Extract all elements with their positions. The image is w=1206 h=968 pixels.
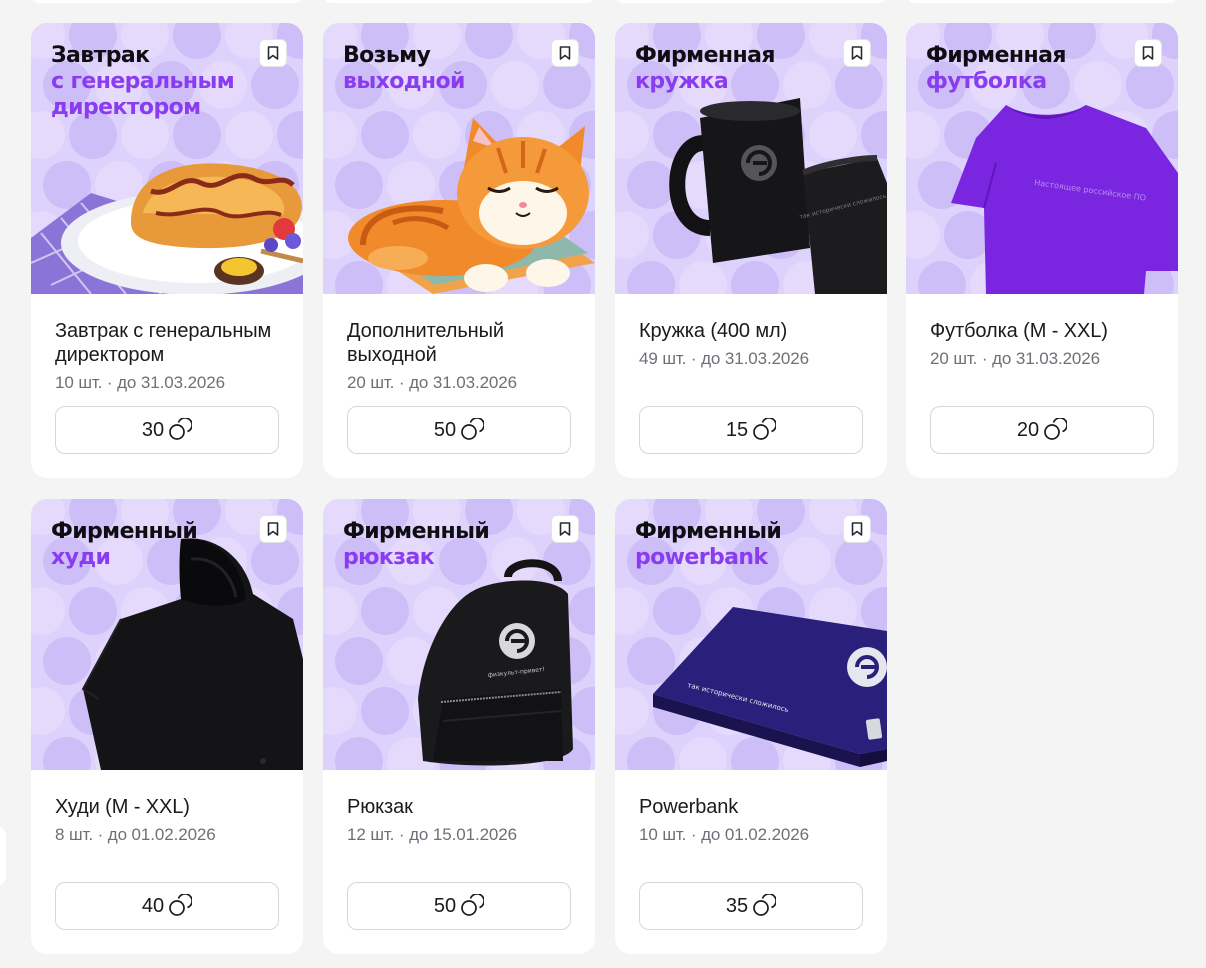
buy-button[interactable]: 20 bbox=[930, 406, 1154, 454]
hero-title: Фирменная кружка bbox=[635, 43, 775, 94]
price-value: 40 bbox=[141, 894, 165, 917]
bookmark-icon bbox=[267, 522, 279, 536]
coin-icon bbox=[460, 894, 485, 918]
bookmark-button[interactable] bbox=[1134, 39, 1162, 67]
product-info: Завтрак с генеральным директором 10 шт. … bbox=[55, 319, 285, 394]
product-stock-deadline: 10 шт. · до 31.03.2026 bbox=[55, 373, 225, 392]
bookmark-button[interactable] bbox=[259, 39, 287, 67]
hero-title: Возьму выходной bbox=[343, 43, 465, 94]
product-image: Возьму выходной bbox=[323, 23, 595, 294]
bookmark-icon bbox=[851, 522, 863, 536]
price-value: 50 bbox=[433, 418, 457, 441]
bookmark-button[interactable] bbox=[551, 515, 579, 543]
product-name: Рюкзак bbox=[347, 796, 413, 818]
bookmark-icon bbox=[559, 46, 571, 60]
product-name: Дополнительный выходной bbox=[347, 320, 504, 366]
side-panel-tab[interactable] bbox=[0, 826, 6, 886]
coin-icon bbox=[168, 418, 193, 442]
bookmark-icon bbox=[559, 522, 571, 536]
hero-title: Фирменный рюкзак bbox=[343, 519, 490, 570]
bookmark-icon bbox=[851, 46, 863, 60]
product-card[interactable]: Фирменный худи Худи (M - XXL) 8 шт. · до… bbox=[31, 499, 303, 954]
hero-title: Фирменная футболка bbox=[926, 43, 1066, 94]
product-image: так исторически сложилось Фирменная круж… bbox=[615, 23, 887, 294]
product-stock-deadline: 49 шт. · до 31.03.2026 bbox=[639, 349, 809, 368]
buy-button[interactable]: 50 bbox=[347, 882, 571, 930]
coin-icon bbox=[752, 894, 777, 918]
product-stock-deadline: 10 шт. · до 01.02.2026 bbox=[639, 825, 809, 844]
hero-title: Фирменный худи bbox=[51, 519, 198, 570]
product-info: Powerbank 10 шт. · до 01.02.2026 bbox=[639, 795, 869, 846]
product-stock-deadline: 8 шт. · до 01.02.2026 bbox=[55, 825, 216, 844]
product-card[interactable]: физкульт-привет! Фирменный рюкзак Рюкзак… bbox=[323, 499, 595, 954]
buy-button[interactable]: 30 bbox=[55, 406, 279, 454]
product-card[interactable]: Возьму выходной Дополнительный выходной … bbox=[323, 23, 595, 478]
product-card[interactable]: так исторически сложилось Фирменная круж… bbox=[615, 23, 887, 478]
bookmark-button[interactable] bbox=[259, 515, 287, 543]
product-name: Powerbank bbox=[639, 796, 739, 818]
bookmark-button[interactable] bbox=[843, 39, 871, 67]
product-name: Футболка (M - XXL) bbox=[930, 320, 1108, 342]
coin-icon bbox=[1043, 418, 1068, 442]
hero-title: Фирменный powerbank bbox=[635, 519, 782, 570]
coin-icon bbox=[460, 418, 485, 442]
product-image: так исторически сложилось Фирменный powe… bbox=[615, 499, 887, 770]
product-name: Завтрак с генеральным директором bbox=[55, 320, 272, 366]
product-card[interactable]: Завтрак с генеральным директором Завтрак… bbox=[31, 23, 303, 478]
product-stock-deadline: 20 шт. · до 31.03.2026 bbox=[347, 373, 517, 392]
product-card[interactable]: так исторически сложилось Фирменный powe… bbox=[615, 499, 887, 954]
product-name: Худи (M - XXL) bbox=[55, 796, 190, 818]
buy-button[interactable]: 40 bbox=[55, 882, 279, 930]
product-name: Кружка (400 мл) bbox=[639, 320, 788, 342]
price-value: 50 bbox=[433, 894, 457, 917]
buy-button[interactable]: 50 bbox=[347, 406, 571, 454]
product-info: Рюкзак 12 шт. · до 15.01.2026 bbox=[347, 795, 577, 846]
coin-icon bbox=[168, 894, 193, 918]
coin-icon bbox=[752, 418, 777, 442]
product-stock-deadline: 12 шт. · до 15.01.2026 bbox=[347, 825, 517, 844]
price-value: 20 bbox=[1016, 418, 1040, 441]
product-image: Фирменный худи bbox=[31, 499, 303, 770]
buy-button[interactable]: 35 bbox=[639, 882, 863, 930]
product-image: Настоящее российское ПО Фирменная футбол… bbox=[906, 23, 1178, 294]
bookmark-button[interactable] bbox=[551, 39, 579, 67]
bookmark-icon bbox=[1142, 46, 1154, 60]
price-value: 15 bbox=[725, 418, 749, 441]
product-info: Худи (M - XXL) 8 шт. · до 01.02.2026 bbox=[55, 795, 285, 846]
bookmark-icon bbox=[267, 46, 279, 60]
price-value: 35 bbox=[725, 894, 749, 917]
product-image: физкульт-привет! Фирменный рюкзак bbox=[323, 499, 595, 770]
product-info: Футболка (M - XXL) 20 шт. · до 31.03.202… bbox=[930, 319, 1160, 370]
product-image: Завтрак с генеральным директором bbox=[31, 23, 303, 294]
price-value: 30 bbox=[141, 418, 165, 441]
hero-title: Завтрак с генеральным директором bbox=[51, 43, 235, 120]
product-info: Дополнительный выходной 20 шт. · до 31.0… bbox=[347, 319, 577, 394]
bookmark-button[interactable] bbox=[843, 515, 871, 543]
buy-button[interactable]: 15 bbox=[639, 406, 863, 454]
product-info: Кружка (400 мл) 49 шт. · до 31.03.2026 bbox=[639, 319, 869, 370]
product-stock-deadline: 20 шт. · до 31.03.2026 bbox=[930, 349, 1100, 368]
product-card[interactable]: Настоящее российское ПО Фирменная футбол… bbox=[906, 23, 1178, 478]
previous-row-edge bbox=[0, 0, 1206, 4]
